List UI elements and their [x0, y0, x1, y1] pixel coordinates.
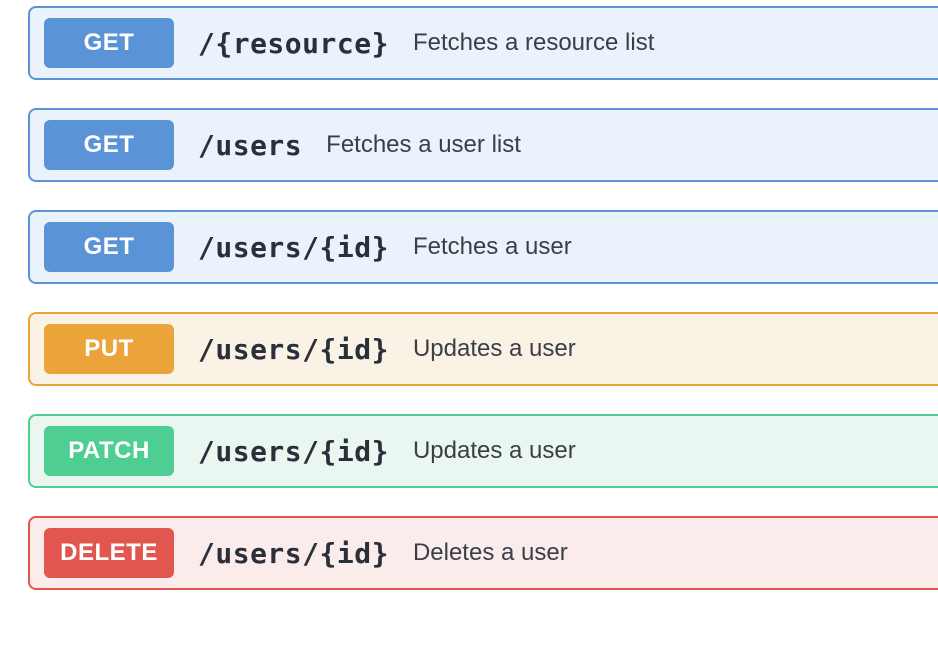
endpoint-row[interactable]: DELETE /users/{id} Deletes a user: [28, 516, 938, 590]
endpoint-description: Deletes a user: [413, 539, 568, 567]
endpoint-path: /users/{id}: [198, 333, 389, 366]
endpoint-path: /users/{id}: [198, 231, 389, 264]
endpoint-row[interactable]: GET /{resource} Fetches a resource list: [28, 6, 938, 80]
endpoint-row[interactable]: PATCH /users/{id} Updates a user: [28, 414, 938, 488]
method-badge: GET: [44, 222, 174, 272]
endpoint-description: Updates a user: [413, 437, 576, 465]
endpoint-row[interactable]: PUT /users/{id} Updates a user: [28, 312, 938, 386]
endpoint-path: /users: [198, 129, 302, 162]
endpoint-description: Fetches a user list: [326, 131, 521, 159]
endpoint-description: Fetches a user: [413, 233, 572, 261]
method-badge: PUT: [44, 324, 174, 374]
method-badge: GET: [44, 18, 174, 68]
endpoint-description: Updates a user: [413, 335, 576, 363]
method-badge: PATCH: [44, 426, 174, 476]
method-badge: GET: [44, 120, 174, 170]
endpoint-path: /users/{id}: [198, 537, 389, 570]
endpoint-row[interactable]: GET /users/{id} Fetches a user: [28, 210, 938, 284]
endpoint-path: /users/{id}: [198, 435, 389, 468]
endpoint-path: /{resource}: [198, 27, 389, 60]
endpoint-row[interactable]: GET /users Fetches a user list: [28, 108, 938, 182]
endpoint-description: Fetches a resource list: [413, 29, 654, 57]
endpoint-list: GET /{resource} Fetches a resource list …: [28, 0, 938, 590]
method-badge: DELETE: [44, 528, 174, 578]
